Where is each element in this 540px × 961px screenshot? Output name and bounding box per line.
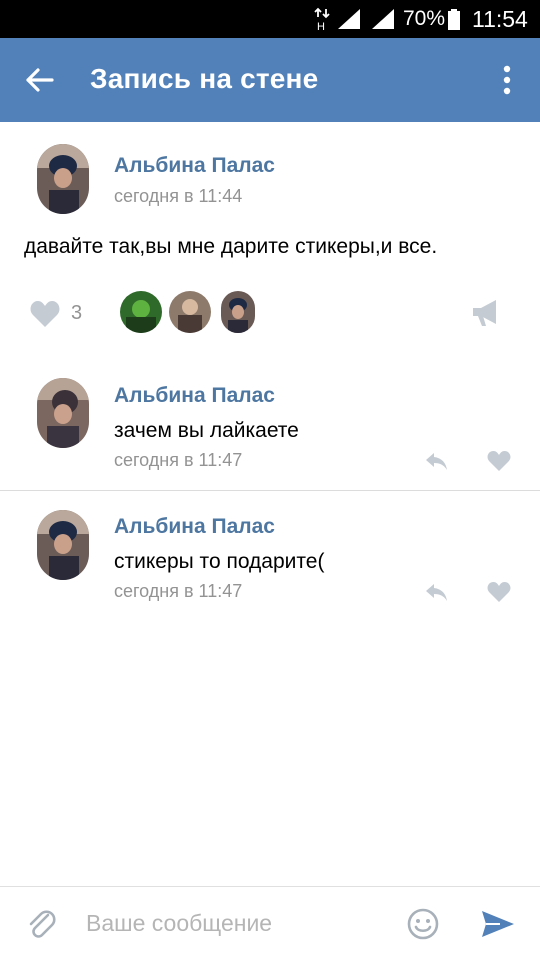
comment-text: стикеры то подарите(: [114, 550, 325, 573]
back-arrow-icon[interactable]: [18, 60, 62, 100]
comment-divider: [0, 490, 540, 491]
data-transfer-icon: H: [314, 7, 330, 31]
battery-icon: [448, 9, 460, 30]
post-time: сегодня в 11:44: [114, 186, 243, 206]
liker-photo: [169, 291, 211, 333]
reply-icon[interactable]: [424, 581, 448, 603]
avatar-photo: [37, 144, 89, 214]
comment-avatar[interactable]: [37, 510, 89, 580]
liker-avatar[interactable]: [169, 291, 211, 333]
reply-icon[interactable]: [424, 450, 448, 472]
liker-avatar[interactable]: [120, 291, 162, 333]
comment-time: сегодня в 11:47: [114, 581, 243, 601]
clock: 11:54: [472, 6, 528, 32]
send-icon[interactable]: [480, 909, 516, 939]
heart-icon[interactable]: [487, 450, 511, 472]
page-title: Запись на стене: [90, 63, 319, 94]
post-author-name[interactable]: Альбина Палас: [114, 154, 275, 178]
message-composer: [0, 886, 540, 961]
liker-avatar[interactable]: [221, 291, 255, 333]
avatar-photo: [37, 378, 89, 448]
battery-percent: 70%: [403, 7, 446, 30]
heart-icon[interactable]: [30, 300, 60, 328]
heart-icon[interactable]: [487, 581, 511, 603]
network-type-label: H: [317, 21, 325, 31]
status-bar: H 70% 11:54: [0, 0, 540, 38]
smiley-icon[interactable]: [407, 908, 439, 940]
like-count: 3: [71, 302, 83, 324]
comment-text: зачем вы лайкаете: [114, 419, 299, 442]
more-vertical-icon[interactable]: [490, 60, 524, 100]
liker-photo: [221, 291, 255, 333]
comment-avatar[interactable]: [37, 378, 89, 448]
post-text: давайте так,вы мне дарите стикеры,и все.: [24, 235, 438, 258]
signal-icon: [338, 9, 360, 29]
signal-icon-2: [372, 9, 394, 29]
comment-author-name[interactable]: Альбина Палас: [114, 384, 275, 408]
comment-time: сегодня в 11:47: [114, 450, 243, 470]
paperclip-icon[interactable]: [26, 907, 56, 941]
author-avatar[interactable]: [37, 144, 89, 214]
app-bar: Запись на стене: [0, 38, 540, 122]
avatar-photo: [37, 510, 89, 580]
comment-author-name[interactable]: Альбина Палас: [114, 515, 275, 539]
megaphone-icon[interactable]: [470, 298, 502, 328]
liker-photo: [120, 291, 162, 333]
message-input[interactable]: [86, 903, 386, 943]
